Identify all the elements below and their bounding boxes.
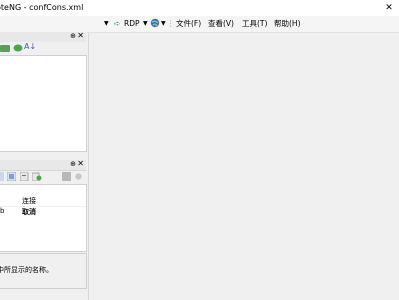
default-inheritance-icon[interactable] [31,172,42,183]
close-panel-icon[interactable]: ✕ [77,31,84,40]
property-key: b [0,207,5,215]
toolbar-grip-icon: ⋮ [167,19,175,28]
menu-tools[interactable]: 工具(T) [242,18,267,30]
connection-tree[interactable] [0,55,87,152]
connections-toolbar: A↓ [0,42,86,54]
properties-grid[interactable]: 连接 b 取消 [0,184,87,252]
property-row[interactable]: 连接 [0,196,86,206]
window-title: oteNG - confCons.xml [0,3,84,12]
folder-icon[interactable] [0,44,10,54]
close-window-button[interactable]: ✕ [379,2,399,14]
toolbar: ▼ ➪ RDP ▼ ▼ ⋮ 文件(F) 查看(V) 工具(T) 帮助(H) [0,16,399,33]
menu-file[interactable]: 文件(F) [176,18,201,30]
menu-help[interactable]: 帮助(H) [274,18,301,30]
property-value: 取消 [22,208,36,216]
close-panel-icon[interactable]: ✕ [77,159,84,168]
description-pane: 树中所显示的名称。 [0,253,87,289]
inheritance-icon[interactable] [6,171,17,183]
config-toolbar [0,171,86,183]
dropdown-arrow-icon[interactable]: ▼ [104,18,109,30]
property-row[interactable]: b 取消 [0,206,86,217]
description-text: 树中所显示的名称。 [0,266,53,274]
status-circle-icon [75,173,82,182]
add-connection-icon[interactable] [13,44,23,54]
green-arrow-icon: ➪ [114,19,121,28]
sort-icon[interactable]: A↓ [24,42,36,51]
host-status-icon[interactable] [62,172,71,183]
properties-icon[interactable] [0,172,4,181]
title-bar: oteNG - confCons.xml ✕ [0,0,399,16]
rdp-dropdown-icon[interactable]: ▼ [143,18,148,30]
property-value: 连接 [22,197,36,205]
globe-icon[interactable] [150,18,160,30]
menu-view[interactable]: 查看(V) [208,18,234,30]
config-panel-header: ⊕ ✕ [0,159,86,171]
default-properties-icon[interactable] [19,171,29,183]
rdp-button[interactable]: RDP [124,18,140,30]
pin-icon[interactable]: ⊕ [70,32,76,40]
globe-dropdown-icon[interactable]: ▼ [161,18,166,30]
main-content-area[interactable] [88,33,399,300]
pin-icon[interactable]: ⊕ [70,160,76,168]
